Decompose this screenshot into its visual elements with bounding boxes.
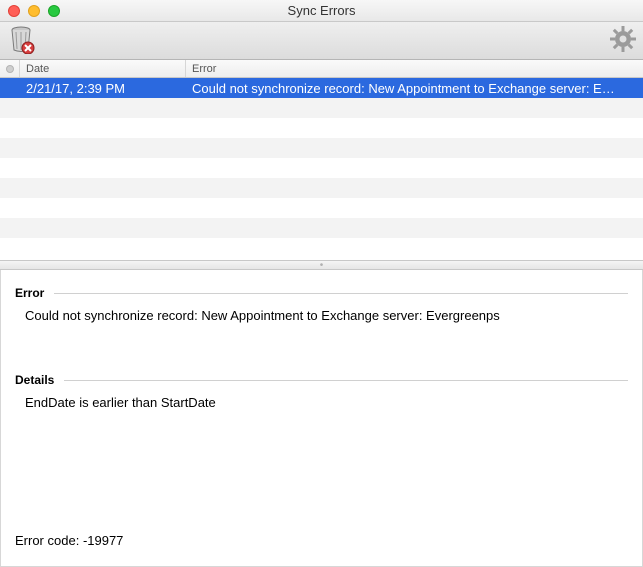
minimize-window-button[interactable] — [28, 5, 40, 17]
row-error: Could not synchronize record: New Appoin… — [186, 81, 643, 96]
table-row-empty — [0, 118, 643, 138]
close-window-button[interactable] — [8, 5, 20, 17]
table-row-empty — [0, 158, 643, 178]
table-row-empty — [0, 98, 643, 118]
window-controls — [0, 5, 60, 17]
table-row-empty — [0, 138, 643, 158]
column-error[interactable]: Error — [186, 60, 643, 77]
column-date[interactable]: Date — [20, 60, 186, 77]
error-section-label: Error — [15, 286, 628, 300]
error-code-value: -19977 — [83, 533, 123, 548]
table-header: Date Error — [0, 60, 643, 78]
detail-pane: Error Could not synchronize record: New … — [0, 270, 643, 567]
gear-icon — [609, 25, 637, 53]
grip-icon: • — [320, 260, 324, 271]
divider — [64, 380, 628, 381]
column-indicator[interactable] — [0, 60, 20, 77]
table-row-empty — [0, 178, 643, 198]
toolbar — [0, 22, 643, 60]
error-code: Error code: -19977 — [15, 533, 123, 548]
window-title: Sync Errors — [0, 3, 643, 18]
error-text: Could not synchronize record: New Appoin… — [15, 308, 628, 323]
table-row-empty — [0, 238, 643, 258]
details-text: EndDate is earlier than StartDate — [15, 395, 628, 410]
error-label-text: Error — [15, 286, 44, 300]
zoom-window-button[interactable] — [48, 5, 60, 17]
settings-button[interactable] — [609, 25, 637, 56]
error-list[interactable]: 2/21/17, 2:39 PM Could not synchronize r… — [0, 78, 643, 260]
details-label-text: Details — [15, 373, 54, 387]
delete-button[interactable] — [6, 24, 36, 57]
error-code-label: Error code: — [15, 533, 79, 548]
indicator-icon — [6, 65, 14, 73]
divider — [54, 293, 628, 294]
details-section-label: Details — [15, 373, 628, 387]
table-row[interactable]: 2/21/17, 2:39 PM Could not synchronize r… — [0, 78, 643, 98]
trash-icon — [6, 24, 36, 54]
table-row-empty — [0, 218, 643, 238]
pane-splitter[interactable]: • — [0, 260, 643, 270]
row-date: 2/21/17, 2:39 PM — [20, 81, 186, 96]
table-row-empty — [0, 198, 643, 218]
titlebar: Sync Errors — [0, 0, 643, 22]
